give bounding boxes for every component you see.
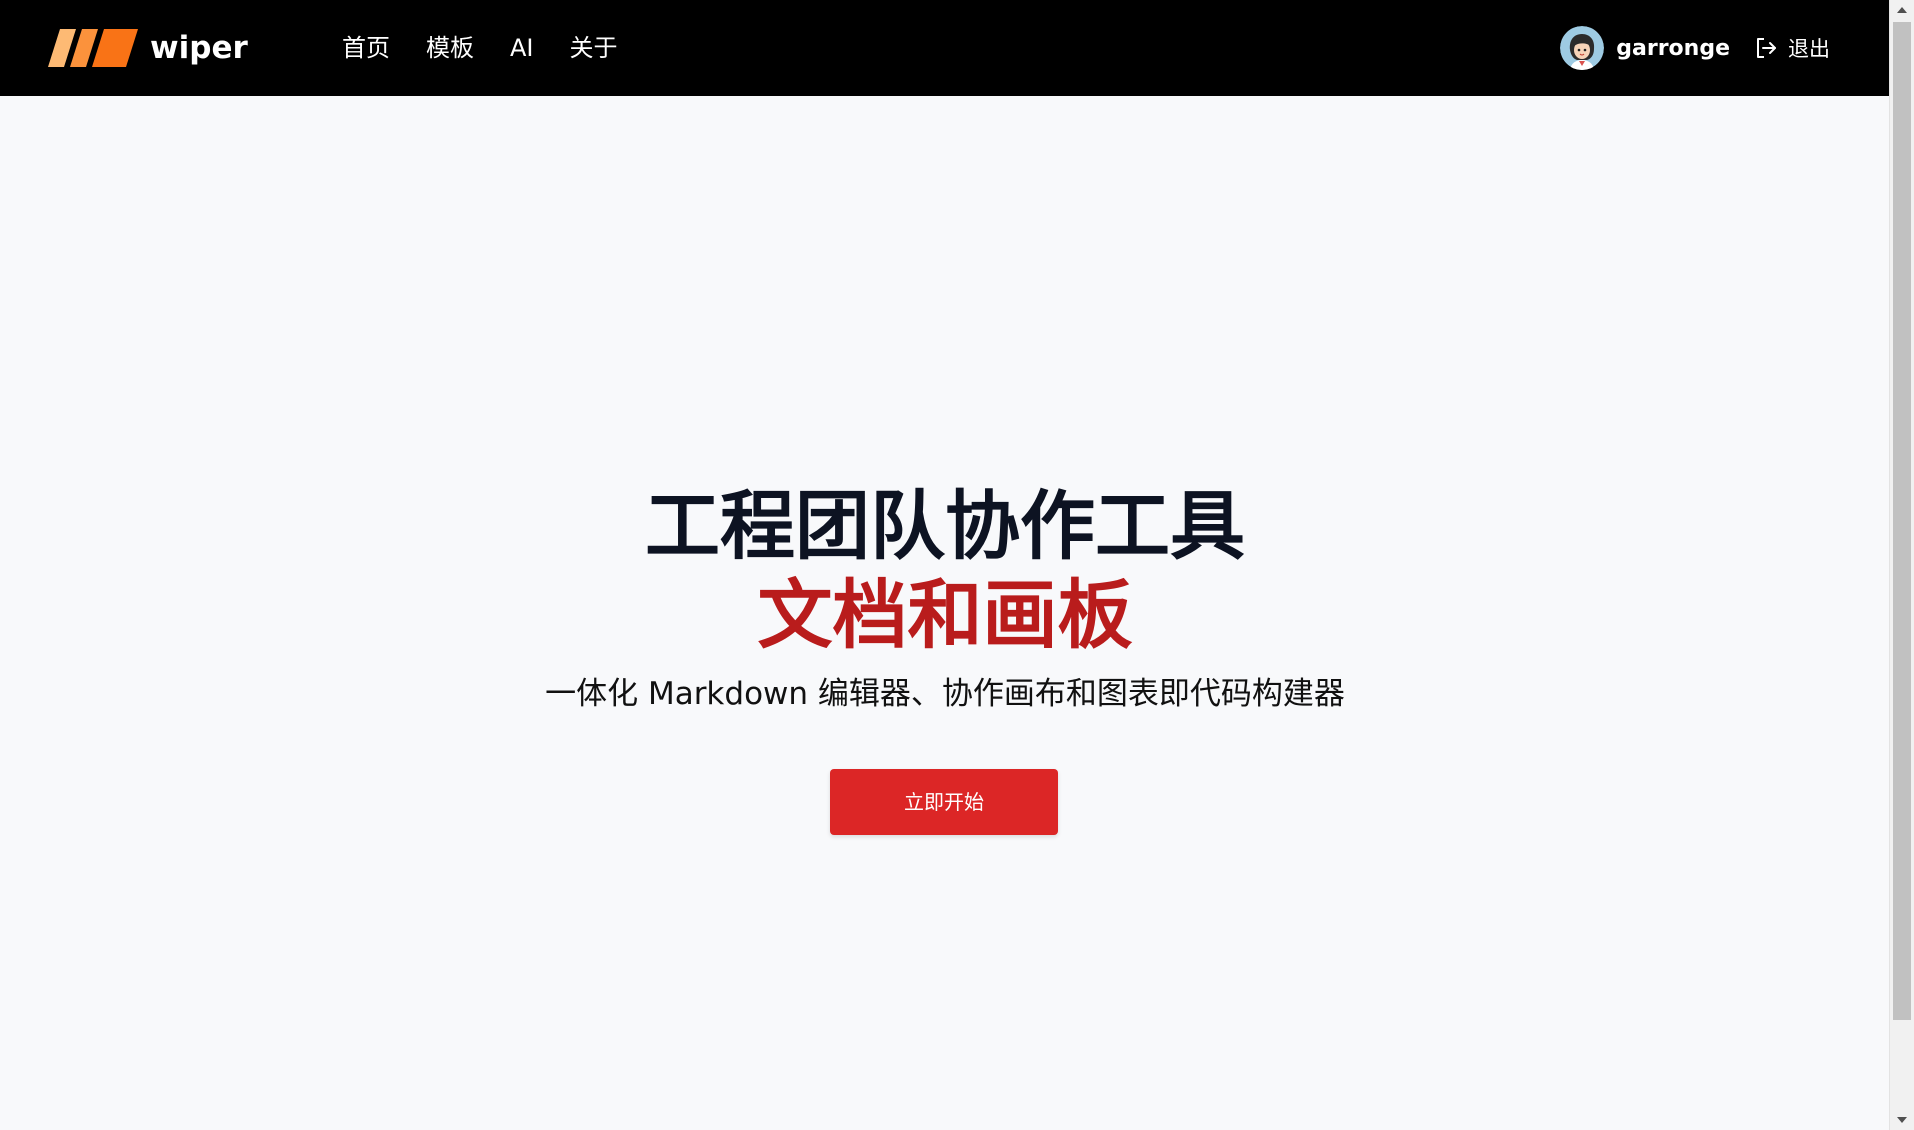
username[interactable]: garronge xyxy=(1616,36,1730,61)
scroll-up-arrow-icon[interactable] xyxy=(1890,0,1914,20)
user-avatar[interactable] xyxy=(1560,26,1605,70)
brand-logo[interactable]: wiper xyxy=(48,29,248,67)
brand-name: wiper xyxy=(150,30,248,66)
nav-link-about[interactable]: 关于 xyxy=(570,28,618,68)
hero-subtitle: 一体化 Markdown 编辑器、协作画布和图表即代码构建器 xyxy=(545,676,1345,712)
scrollbar-thumb[interactable] xyxy=(1893,22,1911,1020)
logout-button[interactable]: 退出 xyxy=(1754,33,1830,63)
hero-title: 工程团队协作工具 xyxy=(644,482,1245,570)
brand-stripes-icon xyxy=(48,29,138,67)
main-nav: 首页 模板 AI 关于 xyxy=(342,28,654,68)
page: wiper 首页 模板 AI 关于 garronge 退出 工程团队协作工具 文… xyxy=(0,0,1914,1130)
hero-section: 工程团队协作工具 文档和画板 一体化 Markdown 编辑器、协作画布和图表即… xyxy=(0,96,1890,1130)
top-navbar: wiper 首页 模板 AI 关于 garronge 退出 xyxy=(0,0,1890,96)
user-area: garronge 退出 xyxy=(1560,26,1830,70)
nav-link-ai[interactable]: AI xyxy=(510,28,534,68)
nav-link-home[interactable]: 首页 xyxy=(342,28,390,68)
scroll-down-arrow-icon[interactable] xyxy=(1890,1110,1914,1130)
hero-highlight: 文档和画板 xyxy=(757,571,1133,659)
logout-label: 退出 xyxy=(1788,37,1830,61)
vertical-scrollbar[interactable] xyxy=(1889,0,1914,1130)
nav-link-templates[interactable]: 模板 xyxy=(426,28,474,68)
sign-out-icon xyxy=(1757,38,1776,58)
get-started-button[interactable]: 立即开始 xyxy=(830,769,1058,835)
